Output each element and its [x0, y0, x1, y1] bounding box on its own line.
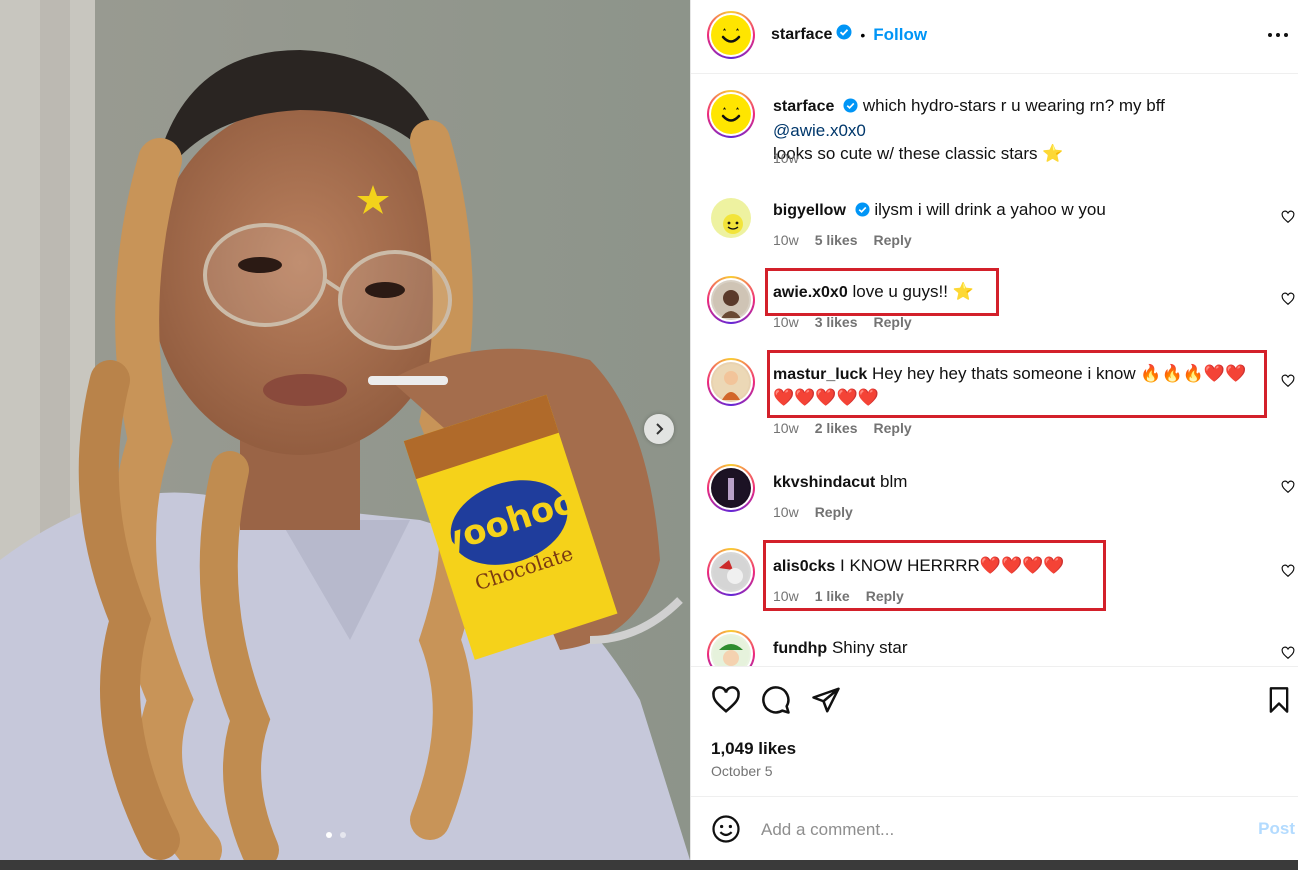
comment-item: kkvshindacut blm 10w Reply [691, 464, 1298, 534]
comment-meta: 10w 2 likes Reply [773, 420, 912, 436]
comment-avatar[interactable] [707, 358, 755, 406]
bookmark-icon [1269, 687, 1289, 713]
comment-avatar[interactable] [707, 276, 755, 324]
comment-avatar[interactable] [707, 630, 755, 666]
caption-body: which hydro-stars r u wearing rn? my bff [862, 96, 1165, 115]
comment-item: fundhp Shiny star [691, 630, 1298, 666]
reply-button[interactable]: Reply [874, 420, 912, 436]
heart-icon [1281, 564, 1295, 578]
comment-username[interactable]: kkvshindacut [773, 474, 875, 491]
caption-meta: 10w [773, 150, 799, 166]
comment-avatar[interactable] [709, 196, 753, 240]
share-icon [812, 687, 840, 713]
post-date: October 5 [711, 763, 773, 779]
comment-like-button[interactable] [1281, 292, 1295, 311]
caption-body-2: looks so cute w/ these classic stars [773, 144, 1038, 163]
post-actions: 1,049 likes October 5 [691, 666, 1298, 797]
comment-item: awie.x0x0 love u guys!! ⭐ 10w 3 likes Re… [691, 268, 1298, 346]
comment-meta: 10w 5 likes Reply [773, 232, 912, 248]
comment-item: mastur_luck Hey hey hey thats someone i … [691, 350, 1298, 448]
comment-text: Shiny star [831, 638, 908, 657]
comment-item: alis0cks I KNOW HERRRR❤️❤️❤️❤️ 10w 1 lik… [691, 540, 1298, 618]
reply-button[interactable]: Reply [874, 232, 912, 248]
chevron-right-icon [656, 423, 664, 435]
more-options-button[interactable] [1267, 24, 1289, 51]
caption-time: 10w [773, 150, 799, 166]
caption: starface which hydro-stars r u wearing r… [691, 90, 1298, 180]
bottom-strip [0, 860, 1298, 870]
like-button[interactable] [711, 685, 741, 720]
heart-icon [1281, 374, 1295, 388]
comment-item: bigyellow ilysm i will drink a yahoo w y… [691, 194, 1298, 264]
add-comment-bar: Post [691, 796, 1298, 861]
follow-button[interactable]: Follow [873, 25, 927, 45]
caption-username[interactable]: starface [773, 98, 834, 115]
author-avatar[interactable] [707, 11, 755, 59]
comment-like-button[interactable] [1281, 210, 1295, 229]
verified-badge-icon [855, 200, 870, 223]
likes-count[interactable]: 1,049 likes [711, 739, 796, 759]
comment-like-button[interactable] [1281, 480, 1295, 499]
highlight-box [767, 350, 1267, 418]
next-image-button[interactable] [644, 414, 674, 444]
smiley-face-icon [721, 28, 741, 43]
caption-avatar[interactable] [707, 90, 755, 138]
heart-icon [1281, 210, 1295, 224]
comment-time: 10w [773, 504, 799, 520]
post-photo-illustration: yoohoo Chocolate [0, 0, 690, 860]
comment-avatar[interactable] [707, 464, 755, 512]
more-options-icon [1268, 33, 1288, 37]
comment-text: ilysm i will drink a yahoo w you [874, 200, 1106, 219]
author-username[interactable]: starface [771, 26, 832, 44]
reply-button[interactable]: Reply [815, 504, 853, 520]
save-button[interactable] [1265, 685, 1293, 720]
heart-icon [1281, 480, 1295, 494]
comment-time: 10w [773, 314, 799, 330]
carousel-indicator [326, 832, 346, 838]
comment-like-button[interactable] [1281, 374, 1295, 393]
comment-like-button[interactable] [1281, 646, 1295, 665]
emoji-button[interactable] [711, 814, 741, 849]
carousel-dot [340, 832, 346, 838]
highlight-box [765, 268, 999, 316]
comment-likes[interactable]: 2 likes [815, 420, 858, 436]
comment-username[interactable]: fundhp [773, 640, 827, 657]
comment-meta: 10w Reply [773, 504, 853, 520]
comment-icon [762, 686, 790, 714]
separator-dot: • [860, 26, 866, 43]
heart-icon [712, 686, 740, 713]
smiley-face-icon [721, 107, 741, 122]
heart-icon [1281, 646, 1295, 660]
comment-avatar[interactable] [707, 548, 755, 596]
emoji-icon [712, 815, 740, 843]
comment-input[interactable] [759, 815, 1223, 845]
share-button[interactable] [811, 685, 841, 720]
carousel-dot-active [326, 832, 332, 838]
comments-list[interactable]: starface which hydro-stars r u wearing r… [691, 74, 1298, 666]
comment-like-button[interactable] [1281, 564, 1295, 583]
post-image[interactable]: yoohoo Chocolate [0, 0, 690, 860]
caption-mention-link[interactable]: @awie.x0x0 [773, 121, 866, 140]
post-panel: starface • Follow starface which hydro-s… [690, 0, 1298, 860]
comment-likes[interactable]: 5 likes [815, 232, 858, 248]
comment-username[interactable]: bigyellow [773, 202, 846, 219]
star-emoji: ⭐ [1042, 144, 1064, 163]
reply-button[interactable]: Reply [874, 314, 912, 330]
comment-button[interactable] [761, 685, 791, 720]
heart-icon [1281, 292, 1295, 306]
comment-likes[interactable]: 3 likes [815, 314, 858, 330]
caption-text: starface which hydro-stars r u wearing r… [773, 94, 1253, 165]
comment-time: 10w [773, 420, 799, 436]
post-comment-button[interactable]: Post [1258, 819, 1295, 839]
verified-badge-icon [843, 96, 858, 119]
comment-time: 10w [773, 232, 799, 248]
verified-badge-icon [836, 24, 852, 45]
comment-text: blm [880, 472, 908, 491]
highlight-box [763, 540, 1106, 611]
comment-meta: 10w 3 likes Reply [773, 314, 912, 330]
post-header: starface • Follow [691, 0, 1298, 74]
